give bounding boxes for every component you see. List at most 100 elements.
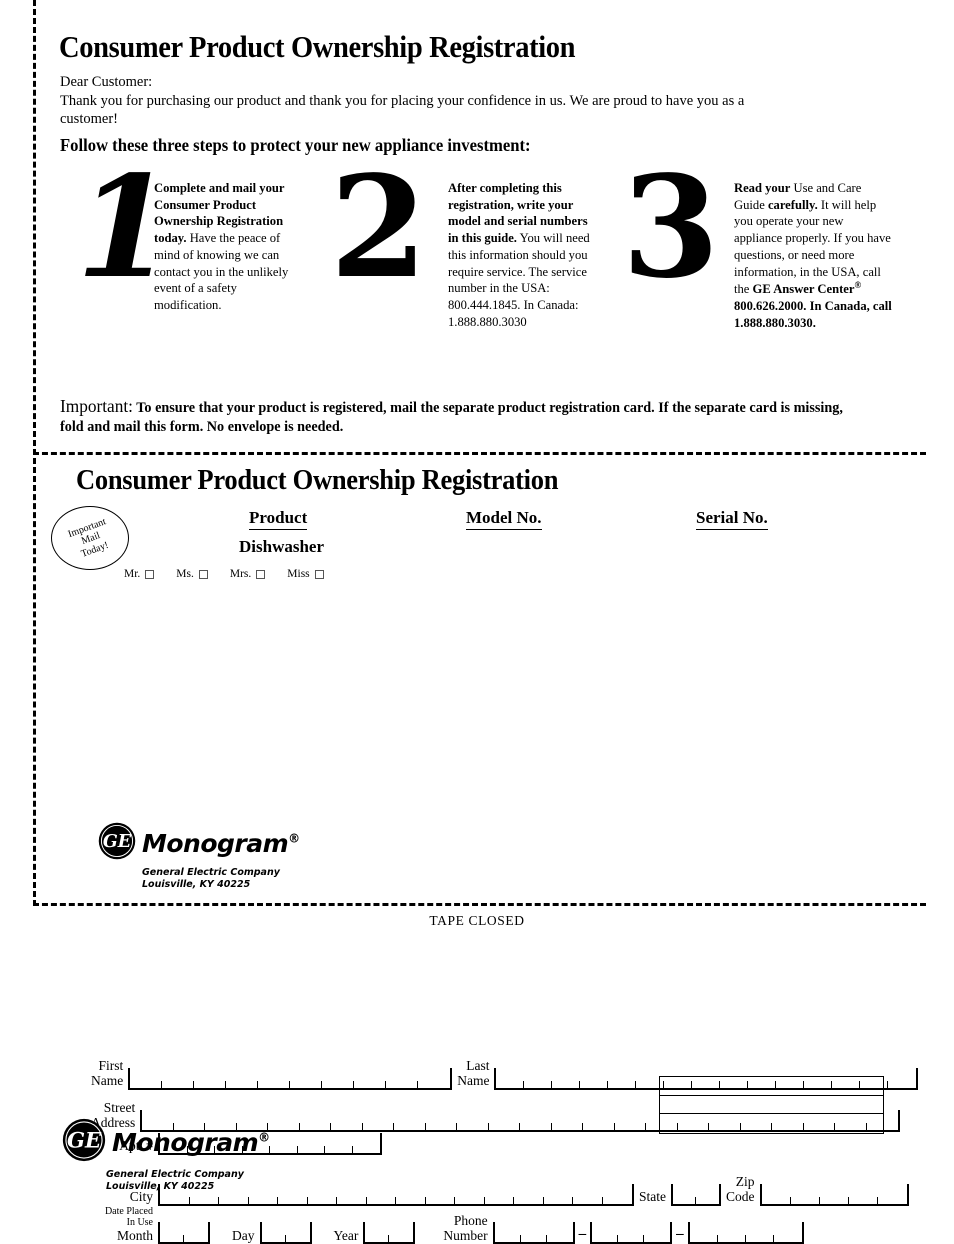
comb-cell[interactable]: [547, 1235, 573, 1242]
comb-cell[interactable]: [544, 1196, 573, 1204]
comb-cell[interactable]: [354, 1080, 387, 1088]
year-input[interactable]: [363, 1222, 416, 1244]
important-text: To ensure that your product is registere…: [60, 400, 843, 436]
comb-cell[interactable]: [573, 1196, 603, 1204]
checkbox-mrs[interactable]: [256, 569, 266, 579]
comb-cell[interactable]: [258, 1080, 291, 1088]
comb-cell[interactable]: [363, 1122, 395, 1130]
comb-cell[interactable]: [552, 1080, 581, 1088]
comb-cell[interactable]: [820, 1196, 849, 1204]
comb-cell[interactable]: [718, 1235, 746, 1243]
month-input[interactable]: [158, 1222, 210, 1244]
checkbox-miss[interactable]: [314, 569, 324, 579]
salutation-label-ms: Ms.: [176, 568, 194, 580]
column-header-model-no: Model No.: [466, 508, 542, 530]
salutation-option-mr[interactable]: Mr.: [124, 568, 159, 580]
state-input[interactable]: [671, 1183, 721, 1206]
phone-area-code-input[interactable]: [492, 1222, 575, 1244]
comb-cell[interactable]: [524, 1080, 553, 1088]
comb-cell[interactable]: [618, 1235, 645, 1243]
comb-cell[interactable]: [290, 1080, 323, 1088]
comb-cell[interactable]: [160, 1196, 190, 1204]
comb-cell[interactable]: [286, 1235, 310, 1242]
comb-cell[interactable]: [791, 1196, 820, 1204]
comb-cell[interactable]: [190, 1196, 219, 1204]
comb-cell[interactable]: [690, 1235, 718, 1243]
comb-cell[interactable]: [184, 1235, 208, 1242]
zip-code-input[interactable]: [759, 1183, 909, 1206]
comb-cell[interactable]: [615, 1122, 647, 1130]
phone-prefix-input[interactable]: [590, 1222, 673, 1244]
comb-cell[interactable]: [762, 1196, 791, 1204]
comb-cell[interactable]: [365, 1235, 390, 1243]
comb-cell[interactable]: [353, 1146, 381, 1153]
comb-cell[interactable]: [262, 1235, 286, 1243]
comb-cell[interactable]: [878, 1197, 907, 1204]
comb-cell[interactable]: [644, 1235, 670, 1242]
salutation-option-miss[interactable]: Miss: [287, 568, 328, 580]
comb-cell[interactable]: [521, 1235, 547, 1243]
comb-cell[interactable]: [426, 1122, 458, 1130]
comb-cell[interactable]: [325, 1146, 353, 1153]
step-2-numeral: 2: [330, 146, 428, 310]
comb-cell[interactable]: [226, 1080, 259, 1088]
salutation-checkbox-group[interactable]: Mr. Ms. Mrs. Miss: [124, 568, 346, 580]
step-2-text: After completing this registration, writ…: [448, 180, 600, 331]
comb-cell[interactable]: [774, 1235, 802, 1242]
comb-cell[interactable]: [746, 1235, 774, 1243]
column-header-serial-no: Serial No.: [696, 508, 768, 530]
date-and-phone-field-row: Date Placed In Use Month Day Year Phone …: [91, 1206, 804, 1244]
comb-cell[interactable]: [583, 1122, 615, 1130]
comb-cell[interactable]: [298, 1146, 325, 1153]
comb-cell[interactable]: [495, 1235, 521, 1243]
comb-cell[interactable]: [552, 1122, 584, 1130]
comb-cell[interactable]: [696, 1197, 719, 1204]
comb-cell[interactable]: [673, 1196, 696, 1204]
checkbox-ms[interactable]: [198, 569, 208, 579]
comb-cell[interactable]: [278, 1196, 308, 1204]
salutation-option-mrs[interactable]: Mrs.: [230, 568, 270, 580]
comb-cell[interactable]: [849, 1196, 878, 1204]
comb-cell[interactable]: [426, 1196, 455, 1204]
comb-cell[interactable]: [514, 1196, 544, 1204]
comb-cell[interactable]: [608, 1080, 637, 1088]
comb-cell[interactable]: [394, 1122, 426, 1130]
comb-cell[interactable]: [270, 1146, 298, 1153]
phone-line-input[interactable]: [687, 1222, 804, 1244]
comb-cell[interactable]: [308, 1196, 337, 1204]
comb-cell[interactable]: [520, 1122, 552, 1130]
comb-cell[interactable]: [457, 1122, 489, 1130]
comb-cell[interactable]: [219, 1196, 249, 1204]
step-2-regular-text: You will need this information should yo…: [448, 231, 590, 329]
comb-cell[interactable]: [418, 1081, 450, 1088]
ge-monogram-logo-card: GE Monogram® General Electric Company Lo…: [98, 822, 300, 892]
comb-cell[interactable]: [580, 1080, 609, 1088]
comb-cell[interactable]: [485, 1196, 514, 1204]
comb-cell[interactable]: [322, 1080, 355, 1088]
comb-cell[interactable]: [300, 1122, 332, 1130]
salutation-option-ms[interactable]: Ms.: [176, 568, 213, 580]
comb-cell[interactable]: [331, 1122, 363, 1130]
day-input[interactable]: [259, 1222, 312, 1244]
comb-cell[interactable]: [396, 1196, 426, 1204]
comb-cell[interactable]: [130, 1080, 163, 1088]
comb-cell[interactable]: [592, 1235, 619, 1243]
comb-cell[interactable]: [337, 1196, 367, 1204]
comb-cell[interactable]: [888, 1081, 916, 1088]
comb-cell[interactable]: [160, 1235, 184, 1243]
comb-cell[interactable]: [496, 1080, 525, 1088]
tape-closed-label: TAPE CLOSED: [429, 913, 525, 928]
comb-cell[interactable]: [603, 1197, 633, 1204]
comb-cell[interactable]: [386, 1080, 419, 1088]
comb-cell[interactable]: [268, 1122, 300, 1130]
comb-cell[interactable]: [455, 1196, 485, 1204]
comb-cell[interactable]: [249, 1196, 278, 1204]
comb-cell[interactable]: [194, 1080, 227, 1088]
comb-cell[interactable]: [162, 1080, 195, 1088]
checkbox-mr[interactable]: [145, 569, 155, 579]
comb-cell[interactable]: [367, 1196, 396, 1204]
step-3-read-your: Read your: [734, 181, 791, 195]
first-name-input[interactable]: [128, 1067, 453, 1090]
comb-cell[interactable]: [489, 1122, 521, 1130]
comb-cell[interactable]: [389, 1235, 413, 1242]
